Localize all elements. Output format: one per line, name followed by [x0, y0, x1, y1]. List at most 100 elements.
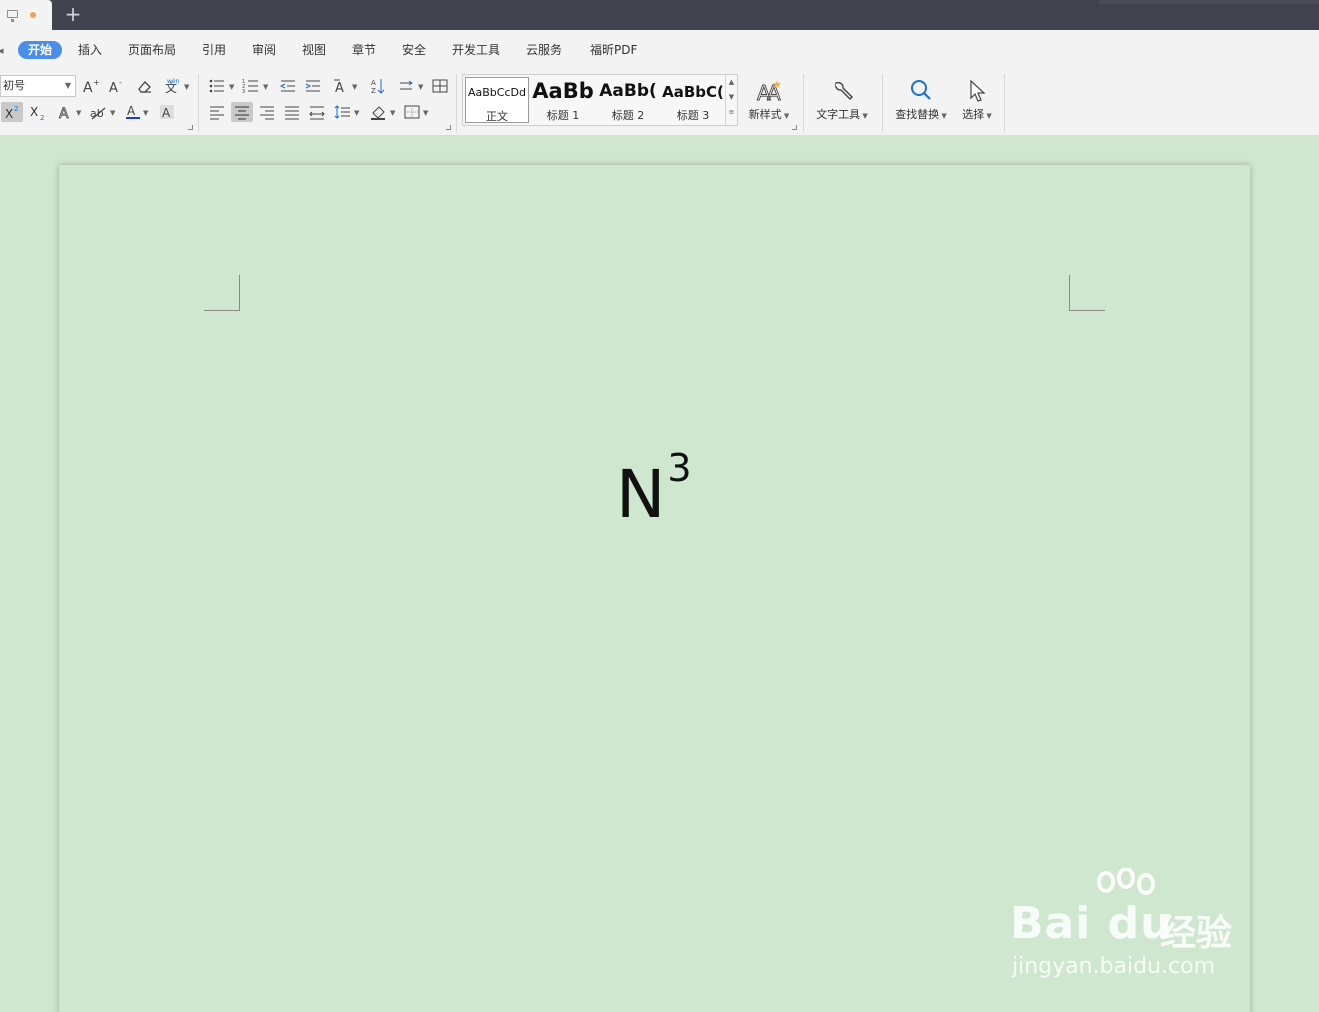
- align-left-icon[interactable]: [206, 102, 228, 122]
- menu-tab-view[interactable]: 视图: [302, 41, 326, 59]
- highlight-icon[interactable]: ab: [88, 102, 110, 122]
- ribbon-toolbar: 初号 ▼ A + A- 文 wén ▼ X2 X2 A ▼ ab ▼ A ▼ A ▼…: [0, 68, 1319, 136]
- ribbon-separator: [456, 74, 457, 132]
- paragraph-dialog-launcher[interactable]: [446, 125, 451, 130]
- watermark-brand-cn: 经验: [1160, 913, 1233, 954]
- align-right-icon[interactable]: [256, 102, 278, 122]
- menu-tab-foxit-pdf[interactable]: 福昕PDF: [590, 41, 637, 59]
- distribute-icon[interactable]: [306, 102, 328, 122]
- numbered-list-icon[interactable]: 123: [240, 76, 262, 96]
- borders-icon[interactable]: [401, 102, 423, 122]
- find-replace-label: 查找替换: [895, 108, 940, 121]
- style-heading-2[interactable]: AaBb( 标题 2: [596, 77, 660, 123]
- svg-text:A: A: [335, 81, 344, 94]
- superscript-icon[interactable]: X2: [1, 102, 23, 122]
- svg-text:A: A: [162, 106, 171, 120]
- ribbon-separator: [803, 74, 804, 132]
- svg-text:A: A: [83, 80, 93, 94]
- grow-font-icon[interactable]: A +: [80, 76, 102, 96]
- menu-bar: ◂ 开始 插入 页面布局 引用 审阅 视图 章节 安全 开发工具 云服务 福昕P…: [0, 30, 1319, 68]
- font-color-icon[interactable]: A: [122, 102, 144, 122]
- menu-overflow-icon[interactable]: ◂: [0, 44, 4, 57]
- decrease-indent-icon[interactable]: [277, 76, 299, 96]
- margin-corner-top-left: [204, 275, 240, 311]
- document-text[interactable]: N3: [616, 446, 692, 544]
- shrink-font-icon[interactable]: A-: [106, 76, 128, 96]
- style-label: 标题 3: [676, 109, 710, 122]
- menu-tab-insert[interactable]: 插入: [78, 41, 102, 59]
- chevron-down-icon: ▼: [143, 109, 149, 117]
- find-replace-button[interactable]: 查找替换 ▼: [890, 74, 952, 130]
- style-gallery: AaBbCcDd 正文 AaBb 标题 1 AaBb( 标题 2 AaBbC( …: [462, 74, 738, 126]
- style-normal[interactable]: AaBbCcDd 正文: [465, 77, 529, 123]
- menu-tab-section[interactable]: 章节: [352, 41, 376, 59]
- watermark-url: jingyan.baidu.com: [1012, 954, 1216, 979]
- phonetic-guide-icon[interactable]: 文 wén: [162, 76, 184, 96]
- menu-tab-review[interactable]: 审阅: [252, 41, 276, 59]
- chevron-down-icon: ▼: [110, 109, 116, 117]
- text-tools-label: 文字工具: [816, 108, 861, 121]
- chevron-down-icon: ▼: [418, 83, 424, 91]
- cursor-icon: [956, 78, 998, 104]
- show-marks-icon[interactable]: [396, 76, 418, 96]
- line-spacing-icon[interactable]: [332, 102, 354, 122]
- svg-text:-: -: [119, 78, 122, 87]
- chevron-down-icon: ▼: [423, 109, 429, 117]
- menu-tab-page-layout[interactable]: 页面布局: [128, 41, 176, 59]
- new-style-button[interactable]: AA 新样式 ▼: [742, 74, 796, 130]
- text-tools-button[interactable]: 文字工具 ▼: [810, 74, 874, 130]
- table-layout-icon[interactable]: [429, 76, 451, 96]
- clear-format-icon[interactable]: [133, 76, 155, 96]
- character-shading-icon[interactable]: A: [156, 102, 178, 122]
- new-style-icon: AA: [742, 78, 796, 104]
- menu-tab-developer[interactable]: 开发工具: [452, 41, 500, 59]
- wrench-icon: [810, 78, 874, 104]
- style-preview: AaBb(: [599, 81, 657, 101]
- shading-icon[interactable]: [368, 102, 390, 122]
- svg-text:Z: Z: [371, 87, 376, 95]
- chevron-up-icon[interactable]: ▲: [726, 75, 737, 90]
- document-tab[interactable]: [0, 0, 52, 30]
- text-direction-icon[interactable]: A: [330, 76, 352, 96]
- svg-text:ab: ab: [90, 107, 104, 120]
- menu-tab-security[interactable]: 安全: [402, 41, 426, 59]
- menu-tab-home[interactable]: 开始: [18, 41, 63, 59]
- chevron-down-icon[interactable]: ▼: [726, 90, 737, 105]
- window-controls-area: [1099, 0, 1319, 4]
- increase-indent-icon[interactable]: [302, 76, 324, 96]
- subscript-icon[interactable]: X2: [27, 102, 49, 122]
- expand-icon[interactable]: ≡: [726, 105, 737, 120]
- new-tab-button[interactable]: +: [63, 3, 83, 25]
- style-gallery-scroll[interactable]: ▲ ▼ ≡: [725, 75, 737, 125]
- font-size-select[interactable]: 初号 ▼: [0, 75, 76, 97]
- sort-icon[interactable]: AZ: [366, 76, 388, 96]
- menu-tab-cloud[interactable]: 云服务: [526, 41, 562, 59]
- ribbon-separator: [198, 74, 199, 132]
- monitor-icon: [7, 10, 18, 22]
- style-preview: AaBb: [532, 79, 594, 103]
- chevron-down-icon: ▼: [263, 83, 269, 91]
- margin-corner-top-right: [1069, 275, 1105, 311]
- style-label: 标题 2: [611, 109, 645, 122]
- title-bar: +: [0, 0, 1319, 30]
- svg-text:A: A: [109, 81, 118, 94]
- watermark-brand: Bai du: [1010, 898, 1173, 949]
- justify-icon[interactable]: [281, 102, 303, 122]
- svg-text:2: 2: [40, 114, 44, 120]
- menu-tab-references[interactable]: 引用: [202, 41, 226, 59]
- ribbon-separator: [1004, 74, 1005, 132]
- style-heading-1[interactable]: AaBb 标题 1: [531, 77, 595, 123]
- bullet-list-icon[interactable]: [206, 76, 228, 96]
- svg-text:wén: wén: [167, 78, 180, 85]
- text-effect-icon[interactable]: A: [55, 102, 77, 122]
- svg-text:A: A: [59, 106, 69, 120]
- styles-dialog-launcher[interactable]: [792, 125, 797, 130]
- align-center-icon[interactable]: [231, 102, 253, 122]
- style-heading-3[interactable]: AaBbC( 标题 3: [661, 77, 725, 123]
- font-dialog-launcher[interactable]: [188, 125, 193, 130]
- chevron-down-icon: ▼: [184, 83, 190, 91]
- select-button[interactable]: 选择 ▼: [956, 74, 998, 130]
- new-style-label: 新样式: [748, 108, 782, 121]
- baidu-jingyan-watermark: Bai du 经验 jingyan.baidu.com: [1010, 868, 1255, 988]
- chevron-down-icon: ▼: [354, 109, 360, 117]
